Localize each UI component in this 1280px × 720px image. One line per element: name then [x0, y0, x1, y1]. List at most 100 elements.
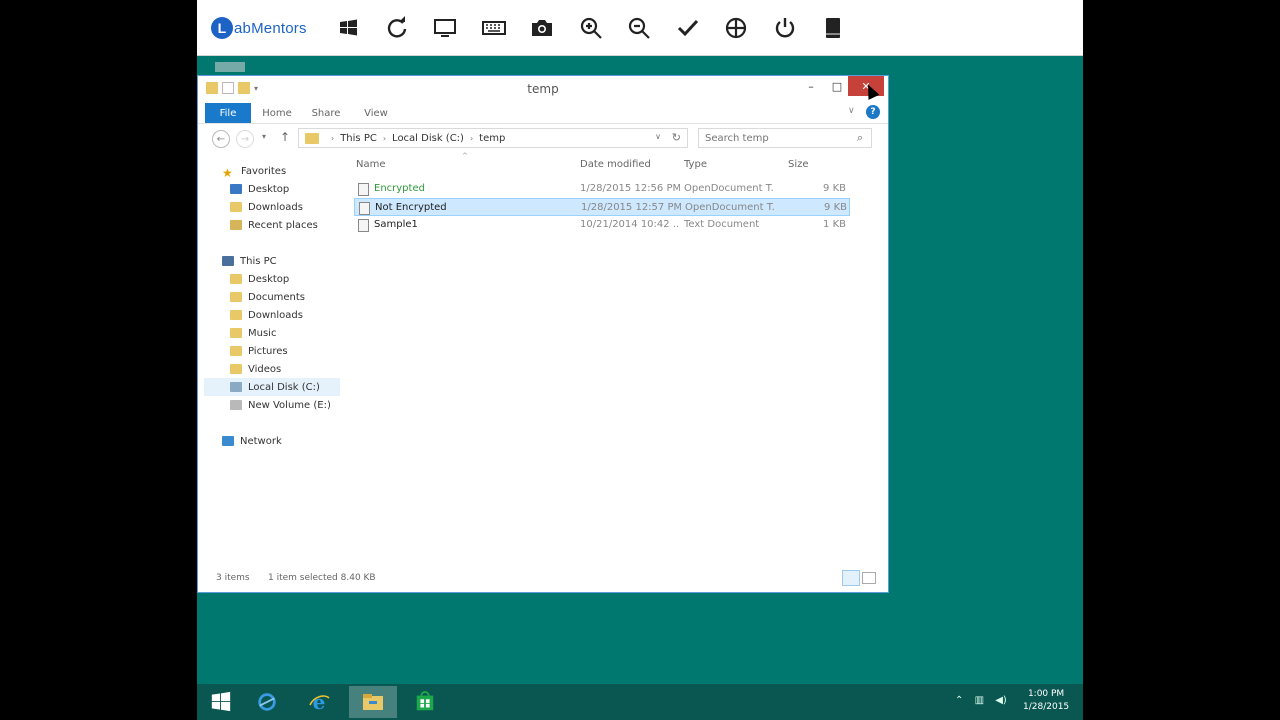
file-date: 1/28/2015 12:56 PM — [580, 183, 680, 194]
expand-ribbon-icon[interactable]: ∨ — [848, 106, 855, 116]
drive-icon — [230, 400, 242, 410]
document-icon — [358, 183, 369, 196]
nav-label: Network — [240, 435, 282, 447]
column-size[interactable]: Size — [788, 159, 809, 170]
file-row-not-encrypted[interactable]: Not Encrypted 1/28/2015 12:57 PM OpenDoc… — [354, 198, 850, 216]
column-type[interactable]: Type — [684, 159, 707, 170]
column-date-modified[interactable]: Date modified — [580, 159, 651, 170]
volume-icon[interactable]: ◀) — [995, 695, 1007, 706]
windows-logo-icon — [211, 691, 231, 712]
power-icon[interactable] — [771, 14, 799, 42]
nav-pc-new-volume[interactable]: New Volume (E:) — [204, 396, 340, 414]
large-icons-view-icon[interactable] — [862, 572, 876, 584]
file-type: OpenDocument T... — [685, 202, 775, 213]
downloads-icon — [230, 202, 242, 212]
recent-locations-icon[interactable]: ▾ — [262, 132, 266, 141]
up-button[interactable]: ↑ — [280, 130, 290, 144]
nav-this-pc[interactable]: This PC — [204, 252, 340, 270]
taskbar-network-app[interactable] — [243, 686, 291, 718]
details-view-icon[interactable] — [842, 570, 860, 586]
music-folder-icon — [230, 328, 242, 338]
keyboard-icon[interactable] — [480, 14, 508, 42]
file-row-sample1[interactable]: Sample1 10/21/2014 10:42 ... Text Docume… — [354, 216, 850, 234]
window-title: temp — [527, 82, 559, 96]
title-bar[interactable]: ▾ temp – □ ✕ — [198, 76, 888, 102]
system-tray[interactable]: ⌃ ▥ ◀) — [955, 695, 1007, 706]
nav-fav-downloads[interactable]: Downloads — [204, 198, 340, 216]
nav-pc-documents[interactable]: Documents — [204, 288, 340, 306]
nav-pc-pictures[interactable]: Pictures — [204, 342, 340, 360]
nav-pc-videos[interactable]: Videos — [204, 360, 340, 378]
tab-share[interactable]: Share — [308, 103, 344, 123]
navigation-bar: ← → ▾ ↑ › This PC › Local Disk (C:) › te… — [198, 126, 888, 152]
internet-explorer-icon: e — [309, 690, 330, 714]
drive-icon — [230, 382, 242, 392]
search-icon[interactable]: ⌕ — [857, 131, 863, 145]
nav-fav-recent[interactable]: Recent places — [204, 216, 340, 234]
chevron-right-icon: › — [331, 133, 335, 143]
nav-label: Videos — [248, 363, 282, 375]
nav-favorites[interactable]: ★ Favorites — [204, 162, 340, 181]
tab-view[interactable]: View — [358, 103, 394, 123]
nav-fav-desktop[interactable]: Desktop — [204, 180, 340, 198]
monitor-icon[interactable] — [431, 14, 459, 42]
nav-label: Desktop — [248, 183, 290, 195]
file-list: ^ Name Date modified Type Size Encrypted… — [350, 152, 850, 576]
nav-pc-desktop[interactable]: Desktop — [204, 270, 340, 288]
refresh-icon[interactable] — [383, 14, 411, 42]
zoom-in-icon[interactable] — [577, 14, 605, 42]
refresh-icon[interactable]: ↻ — [672, 131, 681, 144]
nav-pc-downloads[interactable]: Downloads — [204, 306, 340, 324]
star-icon: ★ — [222, 166, 233, 180]
manual-icon[interactable] — [819, 14, 847, 42]
column-name[interactable]: Name — [356, 159, 386, 170]
store-icon — [416, 691, 434, 711]
navigation-pane: ★ Favorites Desktop Downloads Recent pla… — [204, 162, 340, 582]
file-date: 1/28/2015 12:57 PM — [581, 202, 681, 213]
tab-home[interactable]: Home — [258, 103, 296, 123]
remote-desktop: L abMentors ▾ temp – □ ✕ File Home Share… — [197, 0, 1083, 720]
taskbar-internet-explorer[interactable]: e — [295, 686, 343, 718]
file-row-encrypted[interactable]: Encrypted 1/28/2015 12:56 PM OpenDocumen… — [354, 180, 850, 198]
checkmark-icon[interactable] — [674, 14, 702, 42]
nav-label: Pictures — [248, 345, 288, 357]
nav-pc-music[interactable]: Music — [204, 324, 340, 342]
taskbar-file-explorer[interactable] — [349, 686, 397, 718]
search-input[interactable] — [705, 132, 853, 144]
taskbar: e ⌃ ▥ ◀) 1:00 PM 1/28/2015 — [197, 684, 1083, 720]
zoom-out-icon[interactable] — [625, 14, 653, 42]
back-button[interactable]: ← — [212, 130, 230, 148]
taskbar-store[interactable] — [401, 686, 449, 718]
minimize-button[interactable]: – — [798, 76, 824, 96]
camera-icon[interactable] — [528, 14, 556, 42]
network-status-icon[interactable]: ▥ — [975, 695, 984, 706]
recent-places-icon — [230, 220, 242, 230]
file-name: Sample1 — [374, 219, 418, 230]
start-button[interactable] — [197, 686, 245, 718]
desktop-icon-residue — [215, 62, 245, 72]
tab-file[interactable]: File — [205, 103, 251, 123]
nav-label: Favorites — [241, 165, 287, 177]
file-date: 10/21/2014 10:42 ... — [580, 219, 680, 230]
breadcrumb-this-pc[interactable]: This PC — [340, 133, 377, 144]
taskbar-clock[interactable]: 1:00 PM 1/28/2015 — [1023, 688, 1069, 714]
file-size: 1 KB — [823, 219, 846, 230]
help-icon[interactable]: ? — [866, 105, 880, 119]
breadcrumb-temp[interactable]: temp — [479, 133, 505, 144]
status-bar: 3 items 1 item selected 8.40 KB — [198, 568, 888, 590]
maximize-button[interactable]: □ — [824, 76, 850, 96]
labmentors-logo: L abMentors — [211, 14, 307, 42]
address-bar[interactable]: › This PC › Local Disk (C:) › temp ∨ ↻ — [298, 128, 688, 148]
nav-pc-local-disk[interactable]: Local Disk (C:) — [204, 378, 340, 396]
folder-icon — [230, 292, 242, 302]
windows-key-icon[interactable] — [335, 14, 363, 42]
nav-label: This PC — [240, 255, 277, 267]
nav-network[interactable]: Network — [204, 432, 340, 450]
move-icon[interactable] — [722, 14, 750, 42]
forward-button[interactable]: → — [236, 130, 254, 148]
search-box[interactable]: ⌕ — [698, 128, 872, 148]
breadcrumb-local-disk[interactable]: Local Disk (C:) — [392, 133, 464, 144]
chevron-down-icon[interactable]: ∨ — [655, 132, 661, 141]
show-hidden-icons-icon[interactable]: ⌃ — [955, 695, 963, 706]
computer-icon — [222, 256, 234, 266]
